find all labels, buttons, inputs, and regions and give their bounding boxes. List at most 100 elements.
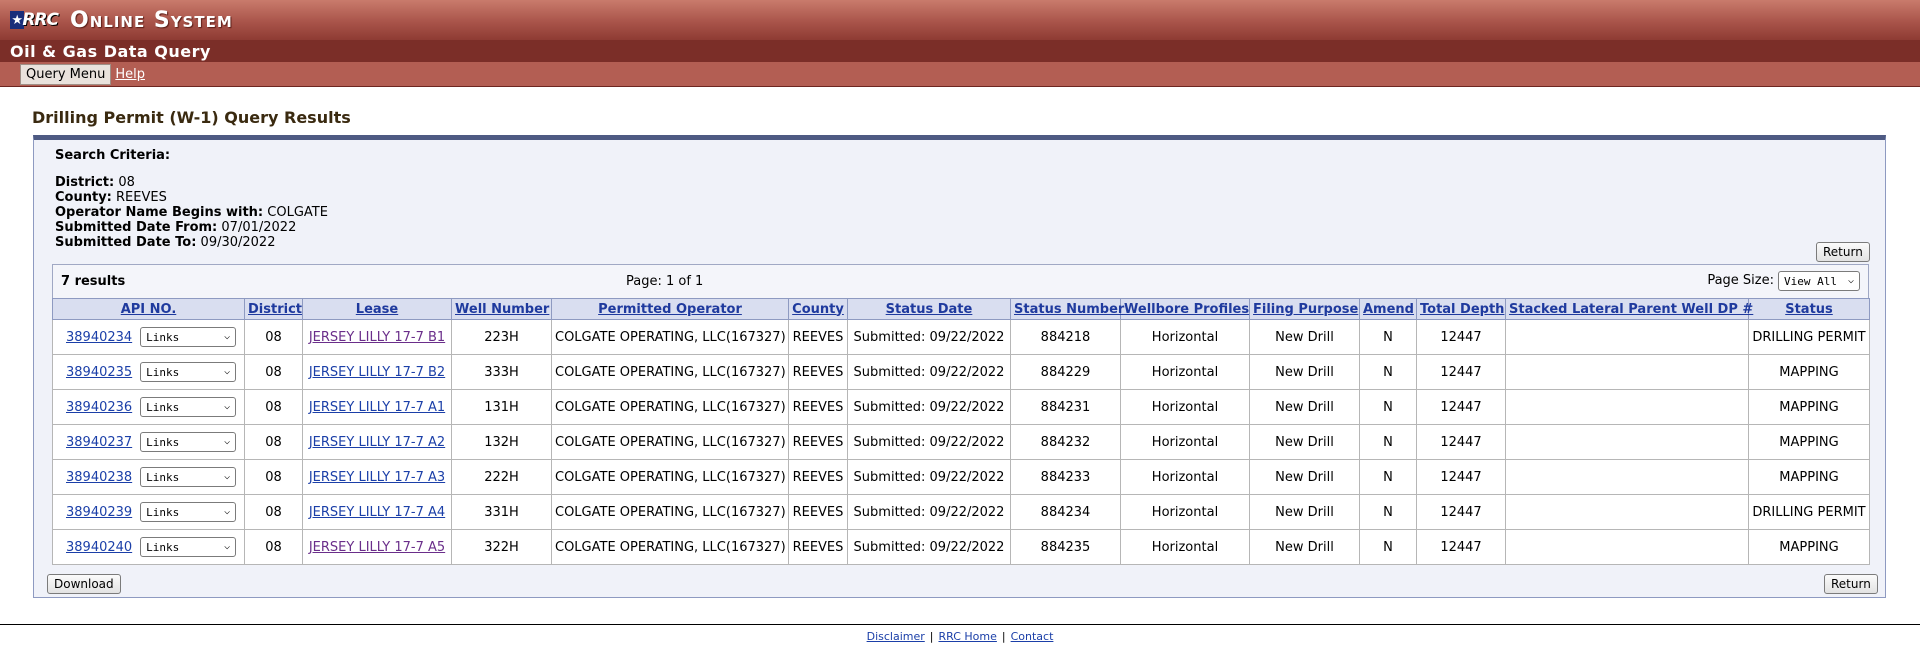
stacked-lateral-cell — [1505, 459, 1749, 495]
status-cell: MAPPING — [1748, 459, 1870, 495]
app-title: Oil & Gas Data Query — [10, 41, 211, 61]
chevron-down-icon: ⌵ — [224, 331, 231, 342]
column-header[interactable]: County — [788, 298, 848, 320]
status-date-cell: Submitted: 09/22/2022 — [847, 424, 1011, 460]
status-cell: MAPPING — [1748, 354, 1870, 390]
district-cell: 08 — [244, 494, 303, 530]
lease-link[interactable]: JERSEY LILLY 17-7 B1 — [309, 330, 445, 345]
lease-cell: JERSEY LILLY 17-7 A1 — [302, 389, 452, 425]
table-row: 38940237 Links ⌵ 08 JERSEY LILLY 17-7 A2 132H… — [52, 424, 1870, 460]
lease-cell: JERSEY LILLY 17-7 A3 — [302, 459, 452, 495]
filing-purpose-cell: New Drill — [1249, 389, 1360, 425]
well-number-cell: 132H — [451, 424, 552, 460]
lease-cell: JERSEY LILLY 17-7 B2 — [302, 354, 452, 390]
api-link[interactable]: 38940235 — [66, 365, 132, 380]
logo-text: RRC — [22, 10, 59, 30]
county-cell: REEVES — [788, 389, 848, 425]
lease-link[interactable]: JERSEY LILLY 17-7 A5 — [309, 540, 445, 555]
links-select[interactable]: Links ⌵ — [140, 467, 237, 487]
total-depth-cell: 12447 — [1416, 494, 1506, 530]
links-select[interactable]: Links ⌵ — [140, 537, 237, 557]
disclaimer-link[interactable]: Disclaimer — [867, 630, 925, 643]
column-header[interactable]: Wellbore Profiles — [1120, 298, 1250, 320]
api-link[interactable]: 38940240 — [66, 540, 132, 555]
table-body: 38940234 Links ⌵ 08 JERSEY LILLY 17-7 B1 223H… — [52, 319, 1870, 565]
criteria-district: District: 08 — [55, 175, 135, 190]
lease-link[interactable]: JERSEY LILLY 17-7 B2 — [309, 365, 445, 380]
links-select[interactable]: Links ⌵ — [140, 362, 237, 382]
district-cell: 08 — [244, 354, 303, 390]
help-link[interactable]: Help — [115, 67, 145, 82]
return-button-bottom[interactable]: Return — [1824, 574, 1878, 594]
chevron-down-icon: ⌵ — [224, 366, 231, 377]
column-header[interactable]: Status — [1748, 298, 1870, 320]
operator-cell: COLGATE OPERATING, LLC(167327) — [551, 319, 789, 355]
table-row: 38940236 Links ⌵ 08 JERSEY LILLY 17-7 A1 131H… — [52, 389, 1870, 425]
filing-purpose-cell: New Drill — [1249, 319, 1360, 355]
column-header[interactable]: District — [244, 298, 303, 320]
api-link[interactable]: 38940238 — [66, 470, 132, 485]
column-header[interactable]: Status Number — [1010, 298, 1124, 320]
links-select[interactable]: Links ⌵ — [140, 397, 237, 417]
status-cell: DRILLING PERMIT — [1748, 494, 1870, 530]
district-cell: 08 — [244, 319, 303, 355]
operator-cell: COLGATE OPERATING, LLC(167327) — [551, 354, 789, 390]
total-depth-cell: 12447 — [1416, 319, 1506, 355]
column-header[interactable]: Status Date — [847, 298, 1011, 320]
well-number-cell: 222H — [451, 459, 552, 495]
page-size-select[interactable]: View All ⌵ — [1778, 271, 1860, 291]
status-cell: MAPPING — [1748, 389, 1870, 425]
api-link[interactable]: 38940234 — [66, 330, 132, 345]
lease-link[interactable]: JERSEY LILLY 17-7 A2 — [309, 435, 445, 450]
stacked-lateral-cell — [1505, 389, 1749, 425]
links-select[interactable]: Links ⌵ — [140, 502, 237, 522]
well-number-cell: 322H — [451, 529, 552, 565]
chevron-down-icon: ⌵ — [224, 506, 231, 517]
api-cell: 38940234 Links ⌵ — [52, 319, 245, 355]
links-select[interactable]: Links ⌵ — [140, 432, 237, 452]
column-header[interactable]: Permitted Operator — [551, 298, 789, 320]
lease-cell: JERSEY LILLY 17-7 B1 — [302, 319, 452, 355]
chevron-down-icon: ⌵ — [224, 471, 231, 482]
column-header[interactable]: API NO. — [52, 298, 245, 320]
filing-purpose-cell: New Drill — [1249, 459, 1360, 495]
links-select[interactable]: Links ⌵ — [140, 327, 237, 347]
amend-cell: N — [1359, 529, 1417, 565]
column-header[interactable]: Total Depth — [1416, 298, 1506, 320]
status-date-cell: Submitted: 09/22/2022 — [847, 319, 1011, 355]
wellbore-profile-cell: Horizontal — [1120, 389, 1250, 425]
well-number-cell: 331H — [451, 494, 552, 530]
stacked-lateral-cell — [1505, 424, 1749, 460]
api-link[interactable]: 38940239 — [66, 505, 132, 520]
column-header[interactable]: Amend — [1359, 298, 1417, 320]
chevron-down-icon: ⌵ — [224, 436, 231, 447]
lease-link[interactable]: JERSEY LILLY 17-7 A1 — [309, 400, 445, 415]
column-header[interactable]: Stacked Lateral Parent Well DP # — [1505, 298, 1753, 320]
status-number-cell: 884218 — [1010, 319, 1121, 355]
footer-divider — [0, 624, 1920, 625]
stacked-lateral-cell — [1505, 529, 1749, 565]
page-info: Page: 1 of 1 — [626, 274, 704, 289]
lease-link[interactable]: JERSEY LILLY 17-7 A3 — [309, 470, 445, 485]
contact-link[interactable]: Contact — [1011, 630, 1054, 643]
table-row: 38940239 Links ⌵ 08 JERSEY LILLY 17-7 A4 331H… — [52, 494, 1870, 530]
column-header[interactable]: Filing Purpose — [1249, 298, 1360, 320]
well-number-cell: 333H — [451, 354, 552, 390]
amend-cell: N — [1359, 389, 1417, 425]
status-number-cell: 884234 — [1010, 494, 1121, 530]
rrc-home-link[interactable]: RRC Home — [938, 630, 996, 643]
amend-cell: N — [1359, 494, 1417, 530]
status-number-cell: 884232 — [1010, 424, 1121, 460]
lease-link[interactable]: JERSEY LILLY 17-7 A4 — [309, 505, 445, 520]
api-link[interactable]: 38940237 — [66, 435, 132, 450]
criteria-county: County: REEVES — [55, 190, 167, 205]
column-header[interactable]: Lease — [302, 298, 452, 320]
column-header[interactable]: Well Number — [451, 298, 552, 320]
filing-purpose-cell: New Drill — [1249, 494, 1360, 530]
district-cell: 08 — [244, 389, 303, 425]
download-button[interactable]: Download — [47, 574, 121, 594]
api-link[interactable]: 38940236 — [66, 400, 132, 415]
query-menu-button[interactable]: Query Menu — [20, 63, 112, 85]
page-title: Drilling Permit (W-1) Query Results — [32, 108, 351, 127]
return-button-top[interactable]: Return — [1816, 242, 1870, 262]
